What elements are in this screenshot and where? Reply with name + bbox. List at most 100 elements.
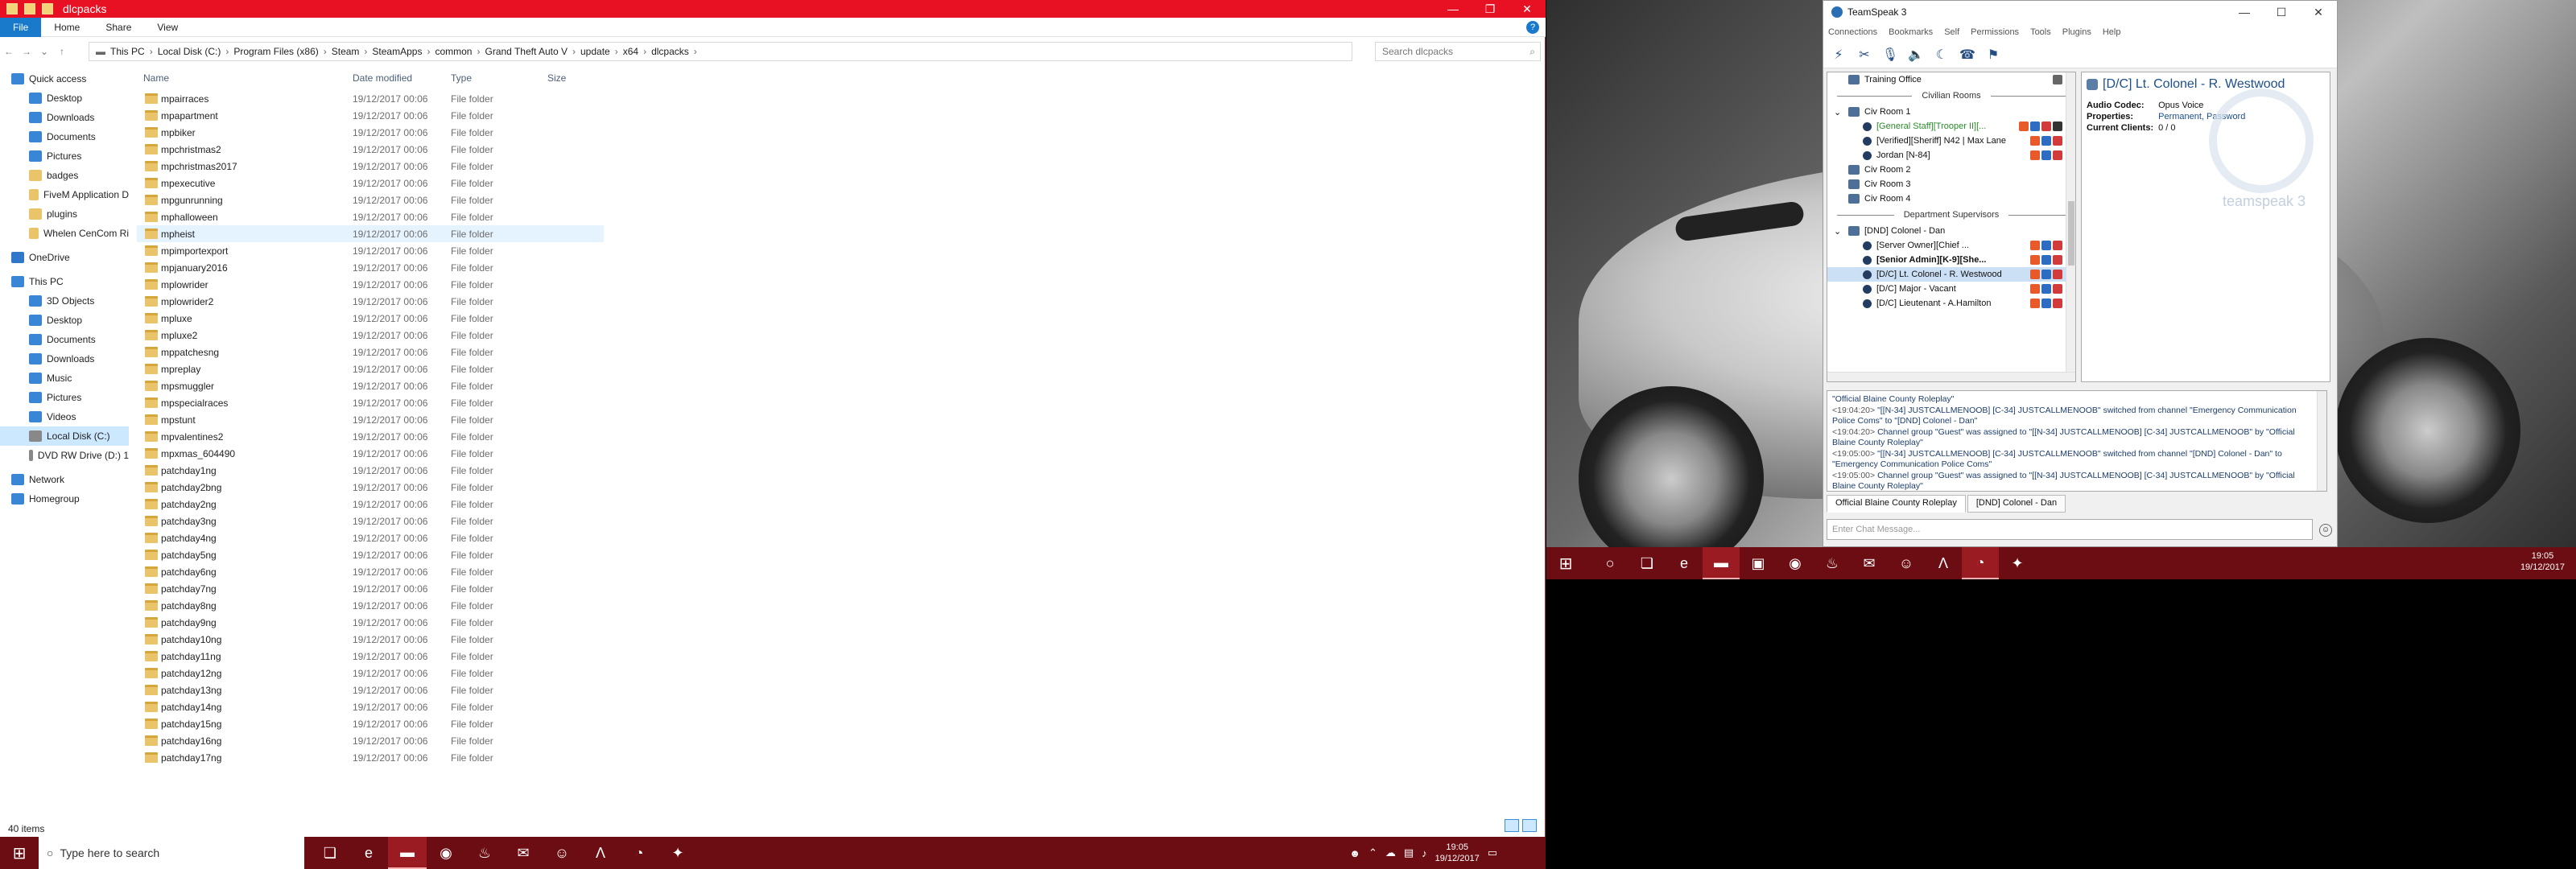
- menu-item[interactable]: Help: [2103, 27, 2121, 37]
- file-row[interactable]: mplowrider 19/12/2017 00:06 File folder: [137, 276, 604, 293]
- task-view-icon[interactable]: ❏: [1629, 547, 1666, 579]
- client-item[interactable]: [General Staff][Trooper II][...: [1827, 119, 2075, 134]
- cortana-icon[interactable]: ○: [1591, 547, 1629, 579]
- nav-item[interactable]: DVD RW Drive (D:) 1: [0, 446, 129, 465]
- nav-item[interactable]: badges: [0, 166, 129, 185]
- breadcrumb-item[interactable]: Steam: [332, 46, 360, 57]
- whisper-icon[interactable]: ⚑: [1983, 45, 2004, 64]
- notifications-icon[interactable]: ▭: [1488, 846, 1497, 859]
- recent-chevron-icon[interactable]: ⌄: [35, 46, 53, 57]
- menu-item[interactable]: Permissions: [1971, 27, 2019, 37]
- away-icon[interactable]: ☾: [1931, 45, 1952, 64]
- channel-item[interactable]: Civ Room 2: [1827, 163, 2075, 177]
- file-row[interactable]: patchday15ng 19/12/2017 00:06 File folder: [137, 715, 604, 732]
- breadcrumb-item[interactable]: This PC: [110, 46, 145, 57]
- tab-view[interactable]: View: [144, 18, 191, 37]
- steam-icon[interactable]: ♨: [1814, 547, 1851, 579]
- file-row[interactable]: mpxmas_604490 19/12/2017 00:06 File folder: [137, 445, 604, 462]
- app-icon[interactable]: Λ: [581, 837, 620, 869]
- clock[interactable]: 19:05 19/12/2017: [2520, 550, 2565, 573]
- breadcrumb-chevron-icon[interactable]: ›: [324, 46, 327, 57]
- tab-home[interactable]: Home: [41, 18, 93, 37]
- teamspeak-titlebar[interactable]: TeamSpeak 3 — ☐ ✕: [1823, 1, 2337, 23]
- file-row[interactable]: mphalloween 19/12/2017 00:06 File folder: [137, 208, 604, 225]
- menu-item[interactable]: Bookmarks: [1889, 27, 1933, 37]
- emoticon-icon[interactable]: ☺: [2319, 524, 2332, 537]
- file-row[interactable]: patchday2ng 19/12/2017 00:06 File folder: [137, 496, 604, 513]
- nav-item[interactable]: Quick access: [0, 69, 129, 89]
- menu-item[interactable]: Plugins: [2062, 27, 2091, 37]
- edge-icon[interactable]: e: [349, 837, 388, 869]
- file-row[interactable]: patchday13ng 19/12/2017 00:06 File folder: [137, 682, 604, 698]
- menu-item[interactable]: Connections: [1828, 27, 1877, 37]
- file-row[interactable]: mpapartment 19/12/2017 00:06 File folder: [137, 107, 604, 124]
- menu-item[interactable]: Self: [1944, 27, 1959, 37]
- nav-item[interactable]: This PC: [0, 272, 129, 291]
- file-row[interactable]: patchday10ng 19/12/2017 00:06 File folder: [137, 631, 604, 648]
- discord-icon[interactable]: ☺: [1888, 547, 1925, 579]
- file-row[interactable]: patchday3ng 19/12/2017 00:06 File folder: [137, 513, 604, 529]
- connect-icon[interactable]: ⚡: [1828, 45, 1849, 64]
- file-row[interactable]: patchday17ng 19/12/2017 00:06 File folder: [137, 749, 604, 766]
- file-row[interactable]: mpexecutive 19/12/2017 00:06 File folder: [137, 175, 604, 192]
- client-item[interactable]: [D/C] Lt. Colonel - R. Westwood: [1827, 267, 2075, 282]
- breadcrumb-chevron-icon[interactable]: ›: [427, 46, 430, 57]
- new-folder-icon[interactable]: [42, 3, 53, 14]
- column-date-modified[interactable]: Date modified: [353, 72, 412, 84]
- steam-icon[interactable]: ♨: [465, 837, 504, 869]
- nav-item[interactable]: Downloads: [0, 108, 129, 127]
- file-row[interactable]: patchday9ng 19/12/2017 00:06 File folder: [137, 614, 604, 631]
- client-item[interactable]: [Senior Admin][K-9][She...: [1827, 253, 2075, 267]
- file-row[interactable]: patchday16ng 19/12/2017 00:06 File folder: [137, 732, 604, 749]
- chevron-up-icon[interactable]: ⌃: [1368, 846, 1377, 859]
- nav-item[interactable]: Documents: [0, 127, 129, 146]
- column-type[interactable]: Type: [451, 72, 472, 84]
- client-item[interactable]: Jordan [N-84]: [1827, 148, 2075, 163]
- app-icon[interactable]: Λ: [1925, 547, 1962, 579]
- mute-microphone-icon[interactable]: 🎙: [1880, 45, 1901, 64]
- file-row[interactable]: mpgunrunning 19/12/2017 00:06 File folder: [137, 192, 604, 208]
- mail-icon[interactable]: ✉: [1851, 547, 1888, 579]
- file-row[interactable]: mpreplay 19/12/2017 00:06 File folder: [137, 360, 604, 377]
- breadcrumb-chevron-icon[interactable]: ›: [364, 46, 367, 57]
- nav-item[interactable]: Music: [0, 369, 129, 388]
- back-arrow-icon[interactable]: ←: [0, 46, 18, 57]
- chat-message-input[interactable]: Enter Chat Message...: [1827, 519, 2313, 540]
- nav-item[interactable]: Videos: [0, 407, 129, 426]
- breadcrumb-chevron-icon[interactable]: ›: [477, 46, 480, 57]
- file-row[interactable]: mpairraces 19/12/2017 00:06 File folder: [137, 90, 604, 107]
- file-row[interactable]: patchday14ng 19/12/2017 00:06 File folder: [137, 698, 604, 715]
- nav-item[interactable]: Downloads: [0, 349, 129, 369]
- breadcrumb-item[interactable]: Program Files (x86): [233, 46, 318, 57]
- chrome-icon[interactable]: ◉: [1777, 547, 1814, 579]
- file-explorer-icon[interactable]: ▬: [388, 837, 427, 869]
- teamspeak-icon[interactable]: ◔: [620, 837, 658, 869]
- file-row[interactable]: patchday11ng 19/12/2017 00:06 File folder: [137, 648, 604, 665]
- contacts-icon[interactable]: ☎: [1957, 45, 1978, 64]
- file-row[interactable]: mpluxe 19/12/2017 00:06 File folder: [137, 310, 604, 327]
- client-item[interactable]: [D/C] Lieutenant - A.Hamilton: [1827, 296, 2075, 311]
- breadcrumb-chevron-icon[interactable]: ›: [615, 46, 618, 57]
- file-row[interactable]: mppatchesng 19/12/2017 00:06 File folder: [137, 344, 604, 360]
- breadcrumb-item[interactable]: SteamApps: [372, 46, 422, 57]
- file-row[interactable]: mpbiker 19/12/2017 00:06 File folder: [137, 124, 604, 141]
- nav-item[interactable]: 3D Objects: [0, 291, 129, 311]
- app2-icon[interactable]: ✦: [658, 837, 697, 869]
- nav-item[interactable]: Local Disk (C:): [0, 426, 129, 446]
- disconnect-icon[interactable]: ✂: [1854, 45, 1875, 64]
- file-row[interactable]: patchday4ng 19/12/2017 00:06 File folder: [137, 529, 604, 546]
- forward-arrow-icon[interactable]: →: [18, 46, 35, 57]
- file-row[interactable]: mpvalentines2 19/12/2017 00:06 File folder: [137, 428, 604, 445]
- nav-item[interactable]: Desktop: [0, 89, 129, 108]
- discord-icon[interactable]: ☺: [543, 837, 581, 869]
- client-item[interactable]: [Verified][Sheriff] N42 | Max Lane: [1827, 134, 2075, 148]
- tab-share[interactable]: Share: [93, 18, 144, 37]
- scrollbar-thumb[interactable]: [2068, 201, 2074, 266]
- minimize-button[interactable]: —: [2226, 1, 2263, 23]
- column-name[interactable]: Name: [143, 72, 169, 84]
- help-icon[interactable]: ?: [1526, 21, 1539, 34]
- taskbar-search-input[interactable]: ○ Type here to search: [39, 837, 304, 869]
- tree-scrollbar[interactable]: [2066, 72, 2075, 381]
- clock[interactable]: 19:05 19/12/2017: [1435, 842, 1480, 864]
- breadcrumb-item[interactable]: Local Disk (C:): [158, 46, 221, 57]
